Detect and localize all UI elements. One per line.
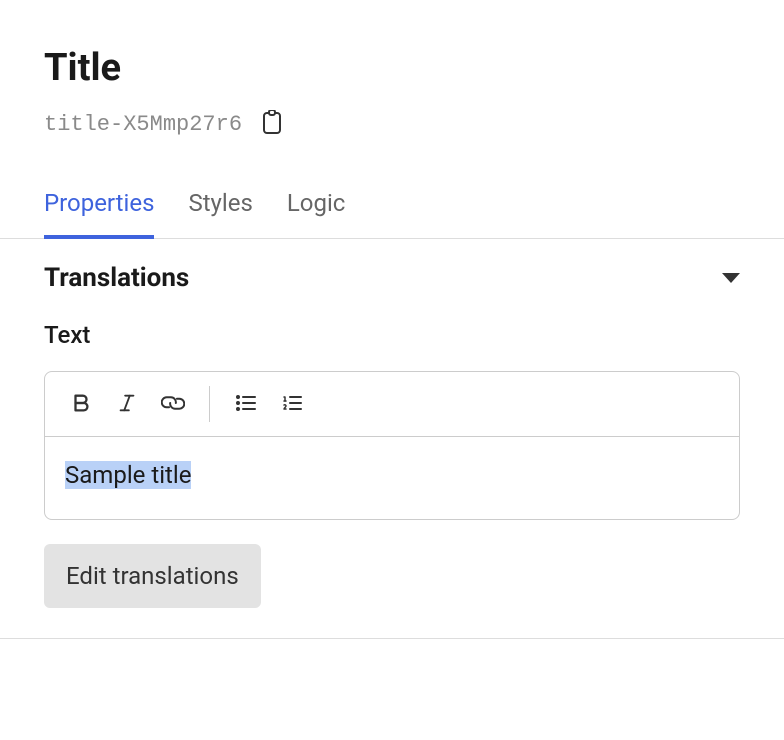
page-title: Title <box>44 46 740 90</box>
tab-properties[interactable]: Properties <box>44 189 154 239</box>
tab-styles[interactable]: Styles <box>188 189 252 239</box>
component-id-text: title-X5Mmp27r6 <box>44 112 242 137</box>
text-field-label: Text <box>44 321 740 349</box>
tab-logic[interactable]: Logic <box>287 189 346 239</box>
toolbar-separator <box>209 386 210 422</box>
copy-id-button[interactable] <box>260 110 284 139</box>
clipboard-icon <box>260 110 284 139</box>
numbered-list-button[interactable] <box>272 384 312 424</box>
italic-icon <box>116 392 138 417</box>
bold-icon <box>70 392 92 417</box>
editor-text-content: Sample title <box>65 461 191 489</box>
editor-toolbar <box>45 372 739 437</box>
tabs: Properties Styles Logic <box>0 189 784 239</box>
link-button[interactable] <box>153 384 193 424</box>
link-icon <box>161 391 185 418</box>
edit-translations-button[interactable]: Edit translations <box>44 544 261 608</box>
italic-button[interactable] <box>107 384 147 424</box>
bullet-list-button[interactable] <box>226 384 266 424</box>
translations-section-header[interactable]: Translations <box>44 263 740 321</box>
caret-down-icon <box>722 273 740 283</box>
translations-section-title: Translations <box>44 263 189 293</box>
bold-button[interactable] <box>61 384 101 424</box>
rich-text-editor: Sample title <box>44 371 740 520</box>
component-id-row: title-X5Mmp27r6 <box>44 110 740 139</box>
section-divider <box>0 638 784 639</box>
bullet-list-icon <box>234 391 258 418</box>
editor-content-area[interactable]: Sample title <box>45 437 739 519</box>
numbered-list-icon <box>280 391 304 418</box>
